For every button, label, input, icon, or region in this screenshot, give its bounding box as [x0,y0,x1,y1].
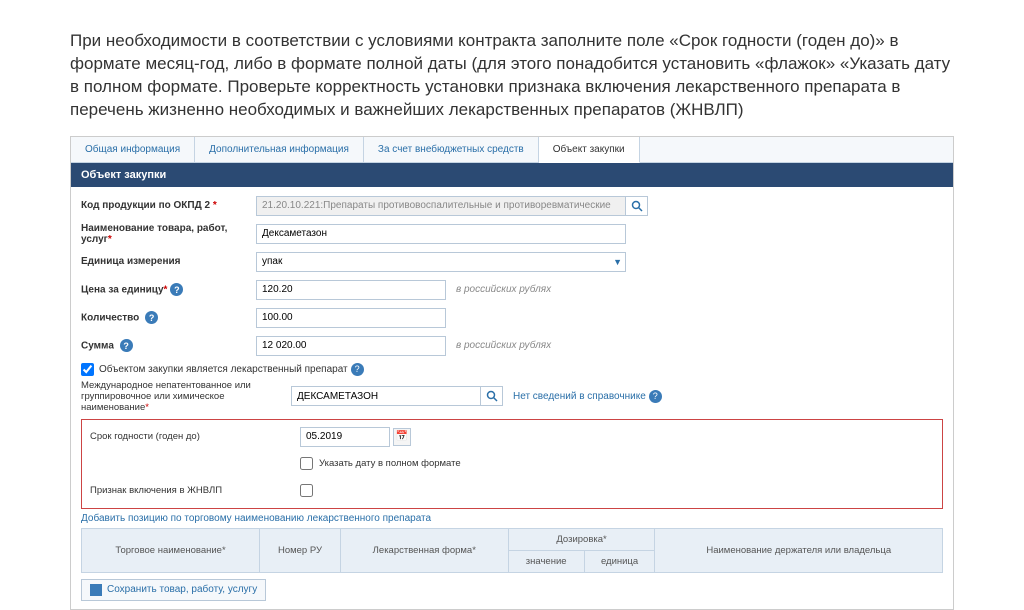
search-okpd-icon[interactable] [626,196,648,216]
label-price: Цена за единицу*? [81,283,256,296]
input-expiry-date[interactable] [300,427,390,447]
input-qty[interactable] [256,308,446,328]
label-jnvlp: Признак включения в ЖНВЛП [90,485,300,496]
th-dosage: Дозировка* [508,528,655,550]
input-sum[interactable] [256,336,446,356]
hint-rub-2: в российских рублях [456,340,551,351]
th-form: Лекарственная форма* [340,528,508,572]
input-price[interactable] [256,280,446,300]
input-okpd[interactable] [256,196,626,216]
help-qty-icon[interactable]: ? [145,311,158,324]
th-dose-value: значение [508,550,584,572]
save-icon [90,584,102,596]
label-expiry: Срок годности (годен до) [90,431,300,442]
label-is-drug: Объектом закупки является лекарственный … [99,364,348,375]
tab-general[interactable]: Общая информация [71,137,195,162]
link-no-ref[interactable]: Нет сведений в справочнике [513,391,646,402]
th-holder: Наименование держателя или владельца [655,528,943,572]
save-button-label: Сохранить товар, работу, услугу [107,584,257,595]
checkbox-full-date[interactable] [300,457,313,470]
help-price-icon[interactable]: ? [170,283,183,296]
label-name: Наименование товара, работ, услуг* [81,223,256,245]
select-unit[interactable] [256,252,626,272]
tab-additional[interactable]: Дополнительная информация [195,137,364,162]
hint-rub-1: в российских рублях [456,284,551,295]
th-dose-unit: единица [584,550,655,572]
tab-object[interactable]: Объект закупки [539,137,640,163]
help-noref-icon[interactable]: ? [649,390,662,403]
search-intl-icon[interactable] [481,386,503,406]
tab-offbudget[interactable]: За счет внебюджетных средств [364,137,539,162]
input-intl-name[interactable] [291,386,481,406]
help-sum-icon[interactable]: ? [120,339,133,352]
positions-table: Торговое наименование* Номер РУ Лекарств… [81,528,943,573]
help-drug-icon[interactable]: ? [351,363,364,376]
save-button[interactable]: Сохранить товар, работу, услугу [81,579,266,601]
highlighted-expiry-block: Срок годности (годен до) 📅 Указать дату … [81,419,943,509]
form-body: Код продукции по ОКПД 2 * Наименование т… [71,187,953,609]
checkbox-is-drug[interactable] [81,363,94,376]
label-qty: Количество ? [81,311,256,324]
form-panel: Общая информация Дополнительная информац… [70,136,954,610]
tab-bar: Общая информация Дополнительная информац… [71,137,953,163]
checkbox-jnvlp[interactable] [300,484,313,497]
label-unit: Единица измерения [81,256,256,267]
label-sum: Сумма ? [81,339,256,352]
section-header: Объект закупки [71,163,953,187]
label-full-date: Указать дату в полном формате [319,458,461,469]
link-add-position[interactable]: Добавить позицию по торговому наименован… [81,513,943,524]
input-name[interactable] [256,224,626,244]
label-okpd: Код продукции по ОКПД 2 * [81,200,256,211]
instruction-text: При необходимости в соответствии с услов… [70,30,954,122]
label-intl-name: Международное непатентованное или группи… [81,380,291,413]
calendar-icon[interactable]: 📅 [393,428,411,446]
th-reg-num: Номер РУ [260,528,341,572]
th-trade-name: Торговое наименование* [82,528,260,572]
